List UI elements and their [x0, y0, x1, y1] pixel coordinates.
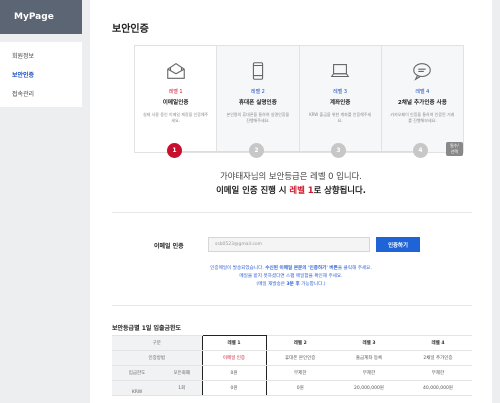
step-3: 3 — [331, 143, 346, 158]
row-label: 1회 — [162, 380, 202, 396]
notice-text: 가능합니다.) — [299, 282, 326, 287]
notice-bold: 3분 후 — [286, 282, 300, 287]
phone-icon — [252, 62, 264, 80]
security-level-status: 가야태자님의 보안등급은 레벨 0 입니다. — [220, 171, 362, 181]
step-1: 1 — [167, 143, 182, 158]
notice-text: 을 클릭해 주세요. — [337, 266, 372, 271]
verify-button[interactable]: 인증하기 — [376, 237, 420, 252]
step-2: 2 — [249, 143, 264, 158]
email-verify-row: 이메일 인증 ssb0523@gmail.com 인증하기 — [90, 237, 492, 253]
table-cell: 무제한 — [266, 365, 334, 381]
divider — [112, 212, 472, 213]
level-name: 휴대폰 실명인증 — [238, 100, 277, 106]
upgrade-level: 레벨 1 — [289, 185, 314, 195]
table-cell: 40,000,000원 — [404, 380, 472, 396]
level-description: 본인명의 휴대폰을 통하여 실명인증을 진행해주세요. — [226, 112, 290, 123]
notice-bold: 수신된 이메일 본문의 '인증하기' 버튼 — [265, 266, 338, 271]
limits-title: 보안등급별 1일 입출금한도 — [112, 325, 182, 332]
upgrade-prefix: 이메일 인증 진행 시 — [216, 185, 290, 195]
table-cell: 휴대폰 본인인증 — [266, 350, 334, 366]
level-card-1: 레벨 1 이메일인증 실제 사용 중인 이메일 계정을 인증해주세요. — [135, 46, 218, 152]
level-name: 이메일인증 — [162, 100, 189, 106]
divider — [112, 305, 472, 306]
notice-text: (메일 재발송은 — [256, 282, 287, 287]
sidebar-item-security[interactable]: 보안인증 — [0, 65, 82, 84]
stepper-line — [174, 151, 422, 152]
level-number: 레벨 1 — [168, 89, 183, 95]
row-label: 모든화폐 — [162, 365, 202, 381]
table-cell: 0원 — [201, 365, 267, 381]
notice-line-2: 메일을 받지 못하셨다면 스팸 메일함을 확인해 주세요. — [239, 274, 343, 279]
row-group: 입금한도 — [112, 365, 162, 381]
level-number: 레벨 3 — [333, 89, 348, 95]
level-name: 계좌인증 — [329, 100, 351, 106]
limits-table: 구분 레벨 1 레벨 2 레벨 3 레벨 4 인증방법 이메일 인증 휴대폰 본… — [112, 335, 472, 396]
sidebar: MyPage 회원정보 보안인증 접속관리 — [0, 0, 82, 403]
level-cards: 레벨 1 이메일인증 실제 사용 중인 이메일 계정을 인증해주세요. 레벨 2… — [134, 45, 464, 156]
security-level-upgrade: 이메일 인증 진행 시 레벨 1로 상향됩니다. — [90, 184, 492, 196]
step-4: 4 — [413, 143, 428, 158]
main-panel: 보안인증 레벨 1 이메일인증 실제 사용 중인 이메일 계정을 인증해주세요.… — [90, 0, 492, 403]
notice-line-1: 인증메일이 발송되었습니다. 수신된 이메일 본문의 '인증하기' 버튼을 클릭… — [90, 265, 492, 273]
table-cell: 0원 — [201, 380, 267, 396]
table-cell: 출금계좌 등록 — [334, 350, 404, 366]
row-label: 인증방법 — [112, 350, 202, 366]
table-header: 레벨 1 — [201, 335, 267, 351]
email-notice: 인증메일이 발송되었습니다. 수신된 이메일 본문의 '인증하기' 버튼을 클릭… — [90, 265, 492, 289]
table-cell: 0원 — [266, 380, 334, 396]
level-name: 2채널 추가인증 사용 — [397, 100, 447, 106]
upgrade-suffix: 로 상향됩니다. — [313, 185, 366, 195]
table-cell: 무제한 — [404, 365, 472, 381]
level-description: 실제 사용 중인 이메일 계정을 인증해주세요. — [143, 112, 209, 123]
table-header: 레벨 2 — [266, 335, 334, 351]
table-header-row: 구분 레벨 1 레벨 2 레벨 3 레벨 4 — [112, 335, 472, 351]
table-row: 인증방법 이메일 인증 휴대폰 본인인증 출금계좌 등록 2채널 추가인증 — [112, 350, 472, 366]
sidebar-title: MyPage — [0, 0, 82, 34]
level-card-3: 레벨 3 계좌인증 KRW 출금을 위한 계좌를 인증해주세요. — [299, 46, 382, 152]
table-row: KRW 1회 0원 0원 20,000,000원 40,000,000원 — [112, 380, 472, 396]
mail-icon — [166, 63, 185, 79]
level-description: KRW 출금을 위한 계좌를 인증해주세요. — [309, 112, 372, 123]
table-cell: 무제한 — [334, 365, 404, 381]
sidebar-item-member-info[interactable]: 회원정보 — [0, 46, 82, 65]
level-card-4: 레벨 4 2채널 추가인증 사용 카카오페이 인증을 통하여 인증된 거래를 진… — [381, 46, 463, 156]
level-number: 레벨 2 — [250, 89, 265, 95]
chat-icon — [413, 63, 432, 81]
table-cell: 2채널 추가인증 — [404, 350, 472, 366]
level-number: 레벨 4 — [415, 89, 430, 95]
email-label: 이메일 인증 — [154, 243, 184, 250]
notice-text: 인증메일이 발송되었습니다. — [210, 266, 266, 271]
level-stepper: 1 2 3 4 — [134, 143, 462, 159]
table-cell: 이메일 인증 — [201, 350, 267, 366]
notice-line-3: (메일 재발송은 3분 후 가능합니다.) — [90, 281, 492, 289]
level-description: 카카오페이 인증을 통하여 인증된 거래를 진행해보세요. — [390, 112, 455, 123]
sidebar-menu: 회원정보 보안인증 접속관리 — [0, 42, 82, 107]
table-cell: 20,000,000원 — [334, 380, 404, 396]
page-title: 보안인증 — [112, 24, 149, 35]
row-group: KRW — [112, 380, 162, 396]
email-field[interactable]: ssb0523@gmail.com — [208, 237, 370, 252]
table-header: 레벨 3 — [334, 335, 404, 351]
laptop-icon — [330, 64, 350, 78]
level-card-2: 레벨 2 휴대폰 실명인증 본인명의 휴대폰을 통하여 실명인증을 진행해주세요… — [217, 46, 300, 152]
sidebar-item-access[interactable]: 접속관리 — [0, 84, 82, 103]
table-row: 입금한도 모든화폐 0원 무제한 무제한 무제한 — [112, 365, 472, 381]
table-header: 레벨 4 — [404, 335, 472, 351]
table-header: 구분 — [112, 335, 202, 351]
